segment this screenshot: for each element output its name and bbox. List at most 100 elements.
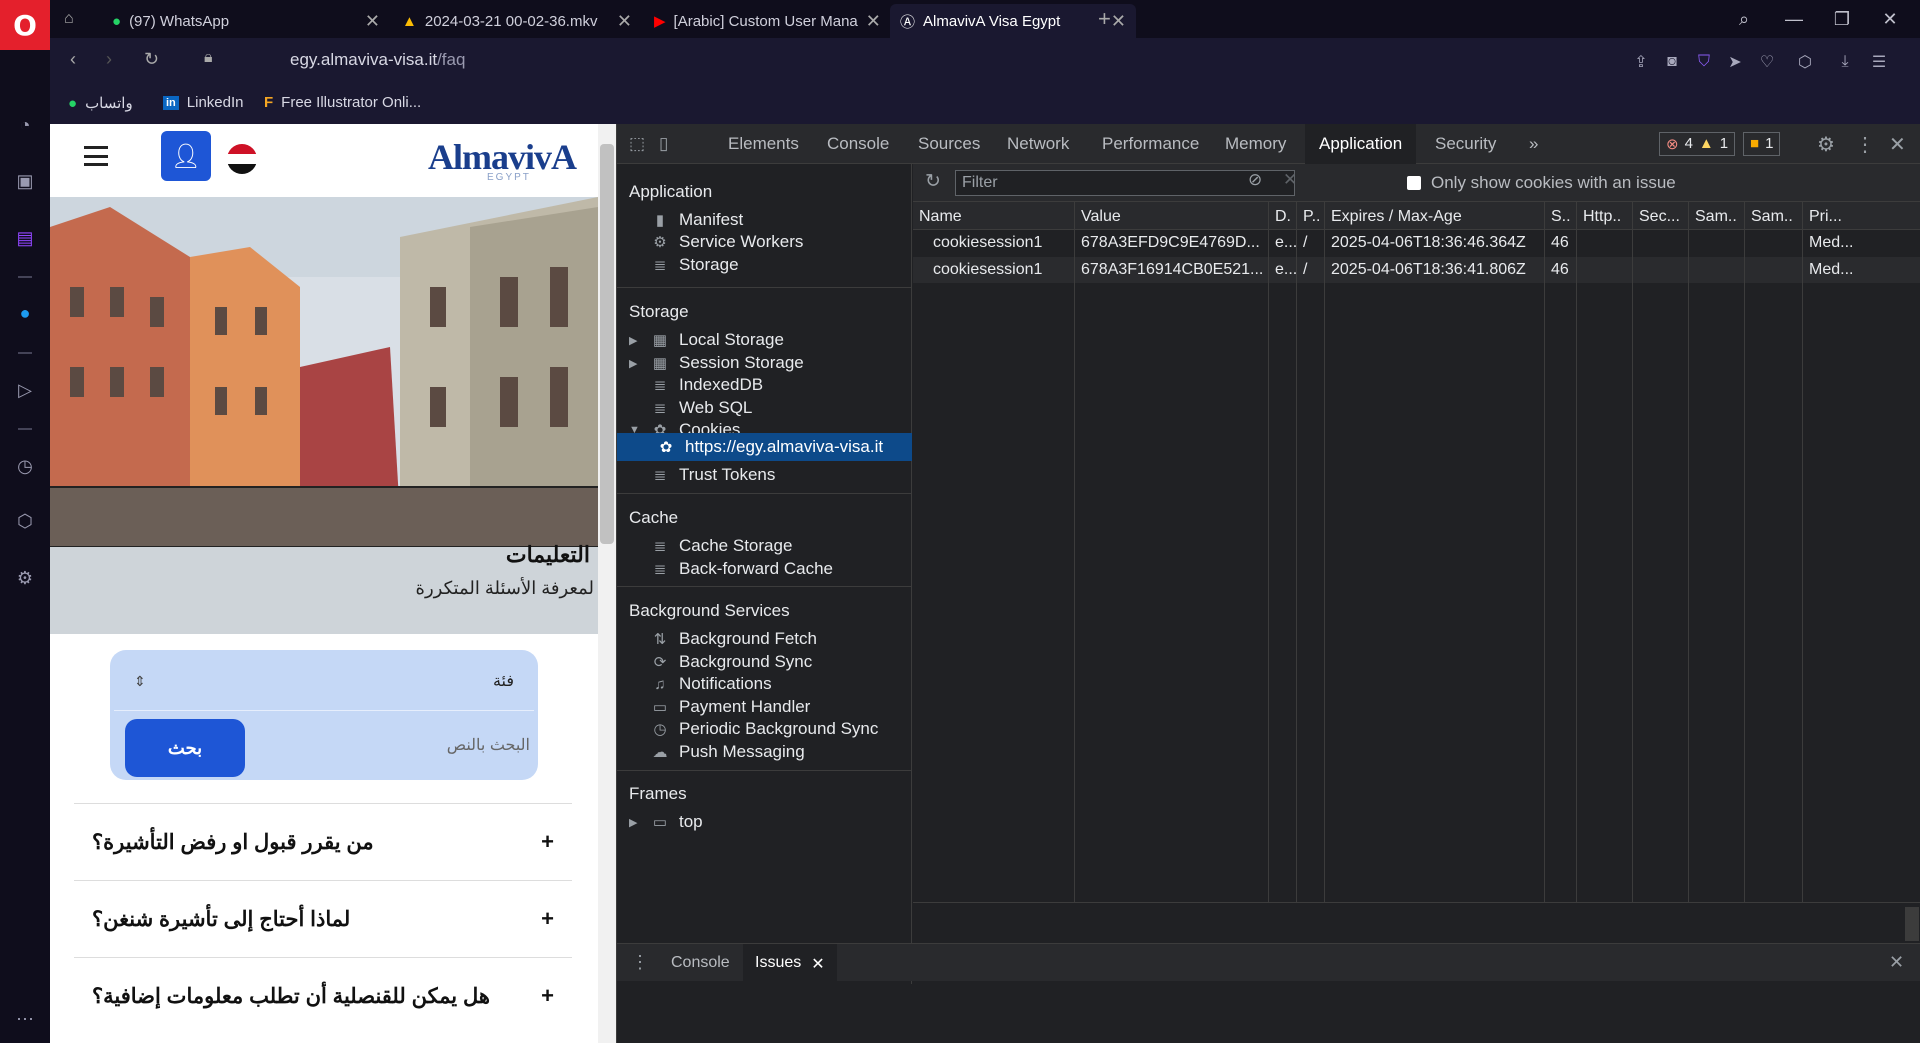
expand-arrow-icon[interactable]: ▶ [629, 357, 641, 370]
back-icon[interactable]: ‹ [70, 49, 76, 70]
clear-filtered-icon[interactable]: ⊘ [1248, 170, 1262, 190]
drawer-menu-icon[interactable]: ⋮ [631, 952, 649, 973]
new-tab-icon[interactable]: + [1098, 6, 1111, 32]
tree-bfcache[interactable]: ≣ Back-forward Cache [651, 556, 833, 582]
col-priority[interactable]: Pri... [1803, 202, 1920, 230]
close-icon[interactable]: ✕ [365, 11, 380, 32]
close-icon[interactable]: ✕ [811, 954, 824, 973]
cube-icon[interactable]: ⬡ [1794, 51, 1816, 73]
plus-icon[interactable]: + [541, 829, 554, 855]
url-field[interactable]: egy.almaviva-visa.it/faq [290, 50, 465, 70]
inspect-icon[interactable]: ⬚ [629, 134, 645, 154]
col-samesite[interactable]: Sam.. [1689, 202, 1745, 230]
tab-security[interactable]: Security [1435, 124, 1496, 164]
lock-icon[interactable]: 🔒︎ [204, 49, 213, 67]
col-expires[interactable]: Expires / Max-Age [1325, 202, 1545, 230]
tab-drive[interactable]: ▲ 2024-03-21 00-02-36.mkv ✕ [392, 4, 642, 38]
expand-arrow-icon[interactable]: ▶ [629, 334, 641, 347]
vpn-shield-icon[interactable]: ⛉ [1693, 51, 1715, 73]
heart-icon[interactable]: ♡ [1756, 51, 1778, 73]
refresh-icon[interactable]: ↻ [925, 170, 941, 193]
col-name[interactable]: Name [913, 202, 1075, 230]
drawer-tab-issues[interactable]: Issues ✕ [743, 944, 837, 982]
menu-icon[interactable] [84, 146, 108, 166]
tree-push-messaging[interactable]: ☁ Push Messaging [651, 739, 805, 765]
minimize-icon[interactable]: — [1774, 4, 1814, 34]
only-issue-checkbox[interactable]: Only show cookies with an issue [1407, 173, 1676, 193]
tree-cookie-origin[interactable]: ✿ https://egy.almaviva-visa.it [657, 434, 883, 460]
search-input[interactable]: البحث بالنص [447, 735, 530, 755]
col-size[interactable]: S.. [1545, 202, 1577, 230]
faq-item[interactable]: من يقرر قبول او رفض التأشيرة؟ + [74, 803, 572, 880]
egypt-flag-icon[interactable] [227, 144, 257, 174]
scrollbar-thumb[interactable] [600, 144, 614, 544]
faq-item[interactable]: هل يمكن للقنصلية أن تطلب معلومات إضافية؟… [74, 957, 572, 1034]
workspaces-icon[interactable]: ⌂ [64, 10, 74, 28]
checkbox[interactable] [1407, 176, 1421, 190]
tab-elements[interactable]: Elements [728, 124, 799, 164]
tab-network[interactable]: Network [1007, 124, 1069, 164]
col-sameparty[interactable]: Sam.. [1745, 202, 1803, 230]
tree-trust-tokens[interactable]: ≣ Trust Tokens [651, 462, 776, 488]
delete-selected-icon[interactable]: ✕ [1283, 170, 1297, 190]
close-icon[interactable]: ✕ [617, 11, 632, 32]
easy-setup-icon[interactable]: ☰ [1868, 51, 1890, 73]
settings-icon[interactable]: ⚙ [1817, 132, 1835, 157]
close-drawer-icon[interactable]: ✕ [1889, 952, 1904, 973]
speed-dial-icon[interactable]: ◔ [12, 112, 38, 138]
search-tabs-icon[interactable]: ⌕ [1724, 4, 1764, 34]
user-button[interactable]: 👤︎ [161, 131, 211, 181]
tab-memory[interactable]: Memory [1225, 124, 1286, 164]
category-select[interactable]: فئة ⇕ [122, 658, 526, 704]
restore-icon[interactable]: ❐ [1822, 4, 1862, 34]
tree-frame-top[interactable]: ▶ ▭ top [629, 809, 703, 835]
col-secure[interactable]: Sec... [1633, 202, 1689, 230]
filter-input[interactable]: Filter [955, 170, 1295, 196]
more-icon[interactable]: ⋯ [12, 1006, 38, 1032]
close-devtools-icon[interactable]: ✕ [1889, 132, 1906, 157]
cube-icon[interactable]: ⬡ [12, 508, 38, 534]
player-icon[interactable]: ▷ [12, 377, 38, 403]
history-icon[interactable]: ◷ [12, 453, 38, 479]
table-row[interactable]: cookiesession1 678A3F16914CB0E521... e..… [913, 257, 1920, 283]
tab-performance[interactable]: Performance [1102, 124, 1199, 164]
col-domain[interactable]: D. [1269, 202, 1297, 230]
tree-storage[interactable]: ≣ Storage [651, 252, 739, 278]
bookmark-linkedin[interactable]: in LinkedIn [163, 94, 244, 111]
tab-application[interactable]: Application [1305, 124, 1417, 164]
send-icon[interactable]: ➤ [1724, 51, 1746, 73]
bookmark-illustrator[interactable]: F Free Illustrator Onli... [264, 94, 421, 111]
table-row[interactable]: cookiesession1 678A3EFD9C9E4769D... e...… [913, 230, 1920, 256]
more-tabs-icon[interactable]: » [1529, 124, 1538, 164]
close-icon[interactable]: ✕ [1111, 11, 1126, 32]
tab-youtube[interactable]: ▶ [Arabic] Custom User Mana ✕ [644, 4, 888, 38]
plus-icon[interactable]: + [541, 906, 554, 932]
bookmark-whatsapp[interactable]: ● واتساب [68, 94, 133, 113]
device-toggle-icon[interactable]: ▯ [659, 134, 668, 154]
tab-sources[interactable]: Sources [918, 124, 980, 164]
camera-icon[interactable]: ◙ [1661, 51, 1683, 73]
col-value[interactable]: Value [1075, 202, 1269, 230]
opera-logo-icon[interactable]: O [0, 0, 50, 50]
expand-arrow-icon[interactable]: ▶ [629, 816, 641, 829]
tab-console[interactable]: Console [827, 124, 889, 164]
tab-whatsapp[interactable]: ● (97) WhatsApp ✕ [102, 4, 390, 38]
close-icon[interactable]: ✕ [866, 11, 881, 32]
shopping-bag-icon[interactable]: ▣ [12, 168, 38, 194]
twitter-icon[interactable]: ● [12, 300, 38, 326]
reload-icon[interactable]: ↻ [144, 49, 159, 70]
search-button[interactable]: بحث [125, 719, 245, 777]
preview-scrollbar[interactable] [1905, 907, 1919, 941]
download-icon[interactable]: ⤓ [1834, 51, 1856, 73]
settings-icon[interactable]: ⚙ [12, 565, 38, 591]
close-window-icon[interactable]: ✕ [1870, 4, 1910, 34]
col-path[interactable]: P.. [1297, 202, 1325, 230]
share-icon[interactable]: ⇪ [1630, 51, 1652, 73]
faq-item[interactable]: لماذا أحتاج إلى تأشيرة شنغن؟ + [74, 880, 572, 957]
drawer-tab-console[interactable]: Console [671, 954, 730, 972]
forward-icon[interactable]: › [106, 49, 112, 70]
issues-counter[interactable]: ■ 1 [1743, 132, 1781, 156]
error-warning-counter[interactable]: ⊗ 4 ▲ 1 [1659, 132, 1736, 156]
twitch-icon[interactable]: ▤ [12, 225, 38, 251]
kebab-menu-icon[interactable]: ⋮ [1855, 132, 1875, 157]
